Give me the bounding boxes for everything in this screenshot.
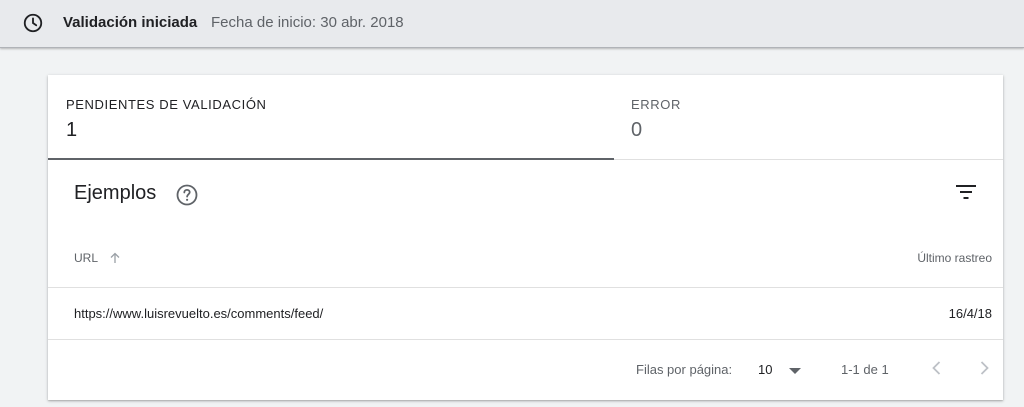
row-divider <box>48 287 1003 288</box>
row-last-crawl: 16/4/18 <box>948 306 992 321</box>
validation-status-title: Validación iniciada <box>63 14 198 31</box>
dropdown-arrow-icon <box>789 368 801 374</box>
validation-status-bar: Validación iniciada Fecha de inicio: 30 … <box>0 0 1024 48</box>
examples-title: Ejemplos <box>74 182 157 204</box>
rows-per-page-select[interactable]: 10 <box>758 358 806 382</box>
row-url[interactable]: https://www.luisrevuelto.es/comments/fee… <box>74 306 323 321</box>
chevron-left-icon[interactable] <box>926 357 948 379</box>
validation-card: PENDIENTES DE VALIDACIÓN 1 ERROR 0 Ejemp… <box>48 75 1003 400</box>
column-header-last-crawl[interactable]: Último rastreo <box>917 251 992 265</box>
help-icon[interactable] <box>175 183 199 207</box>
tab-error[interactable]: ERROR 0 <box>614 75 1003 160</box>
tab-count: 0 <box>631 119 643 141</box>
column-header-label: URL <box>74 251 99 265</box>
tab-pending-validation[interactable]: PENDIENTES DE VALIDACIÓN 1 <box>48 75 614 160</box>
filter-icon[interactable] <box>953 181 979 203</box>
tab-label: PENDIENTES DE VALIDACIÓN <box>66 97 267 112</box>
rows-per-page-label: Filas por página: <box>636 362 733 377</box>
chevron-right-icon[interactable] <box>973 357 995 379</box>
row-divider <box>48 339 1003 340</box>
tab-label: ERROR <box>631 97 681 112</box>
clock-icon <box>23 13 43 33</box>
tab-count: 1 <box>66 119 78 141</box>
validation-start-date: Fecha de inicio: 30 abr. 2018 <box>211 14 404 31</box>
arrow-up-icon <box>110 252 120 263</box>
column-header-url[interactable]: URL <box>74 251 122 265</box>
pagination-range: 1-1 de 1 <box>841 362 889 377</box>
rows-per-page-value: 10 <box>758 362 773 377</box>
